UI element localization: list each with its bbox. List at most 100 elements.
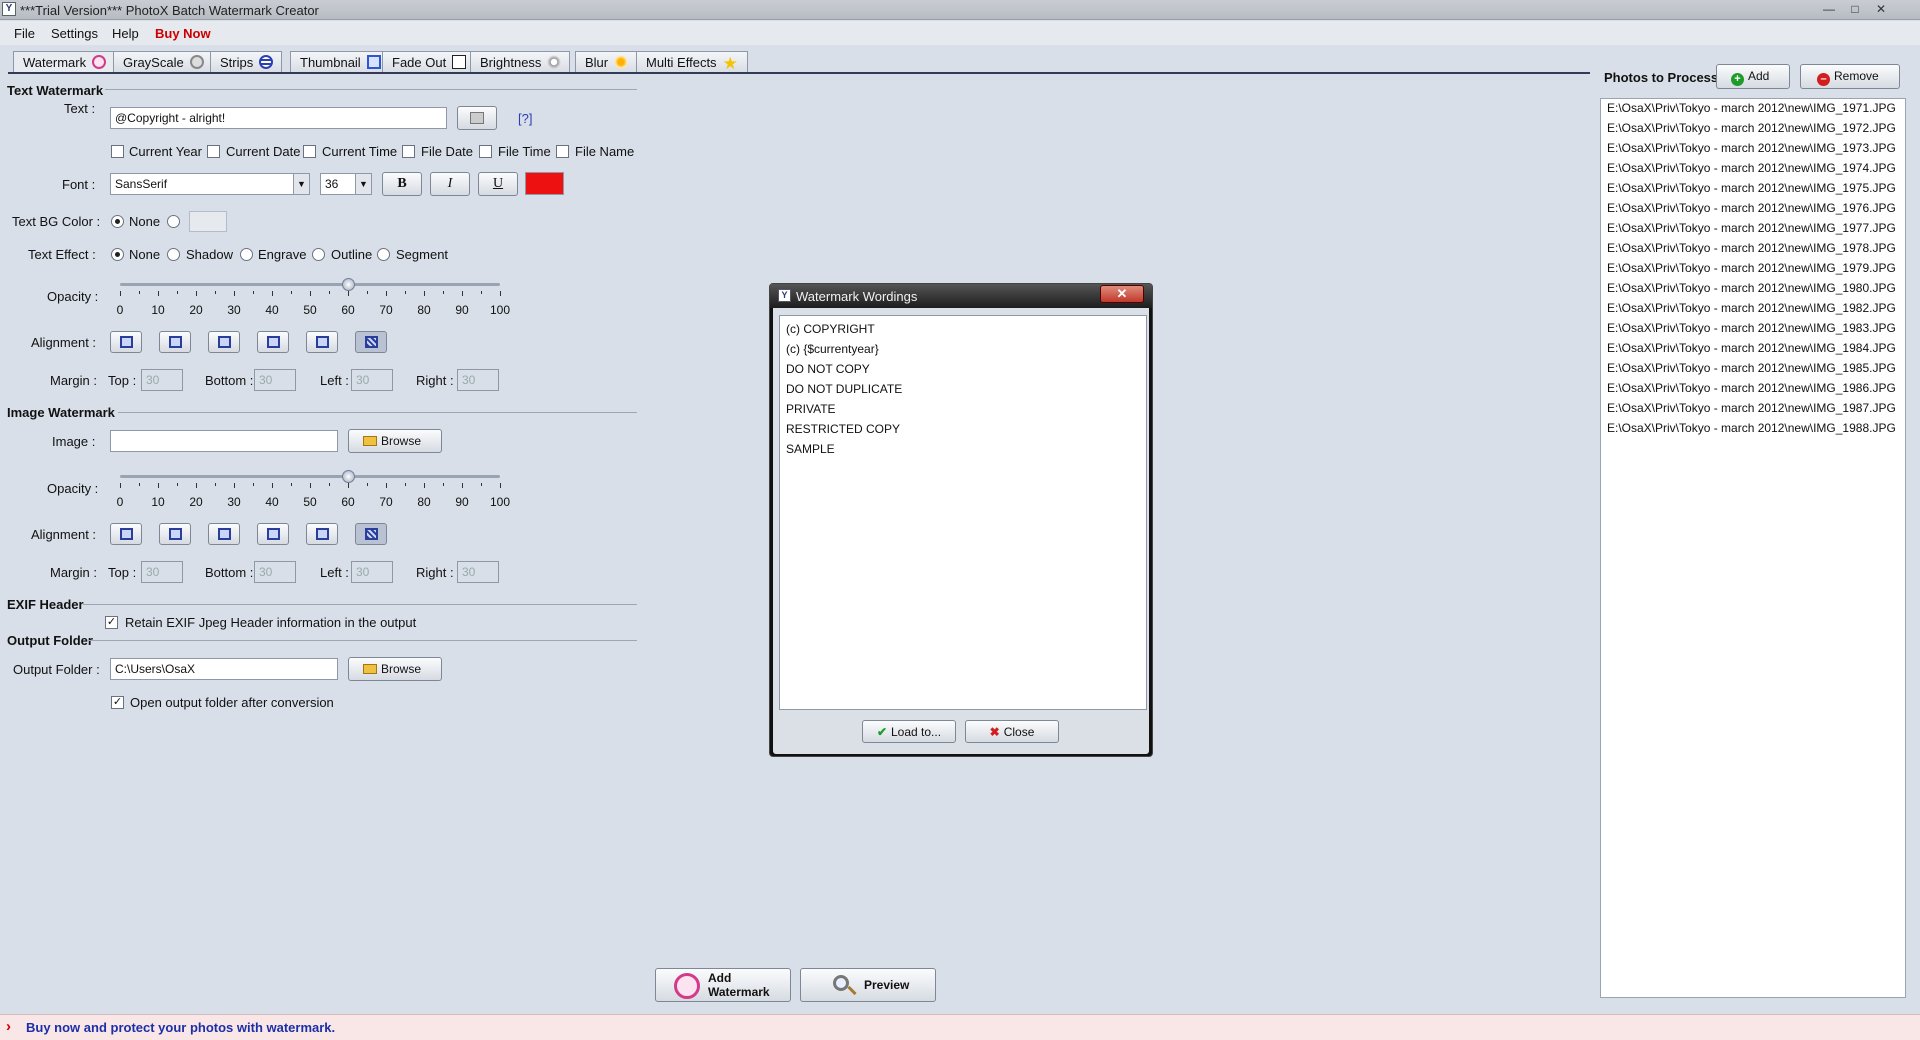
- font-size-select[interactable]: 36 ▼: [320, 173, 372, 195]
- menu-file[interactable]: File: [14, 26, 35, 41]
- margin-left-input[interactable]: 30: [351, 369, 393, 391]
- remove-photos-button[interactable]: – Remove: [1800, 64, 1900, 89]
- bold-button[interactable]: B: [382, 172, 422, 196]
- add-photos-button[interactable]: + Add: [1716, 64, 1790, 89]
- slider-thumb[interactable]: [342, 278, 355, 291]
- bg-color-radio[interactable]: [167, 215, 180, 228]
- list-item[interactable]: (c) {$currentyear}: [786, 342, 879, 356]
- tab-blur[interactable]: Blur: [575, 51, 638, 73]
- current-year-checkbox[interactable]: [111, 145, 124, 158]
- image-align-top-right-button[interactable]: [159, 523, 191, 545]
- image-align-bottom-left-button[interactable]: [208, 523, 240, 545]
- list-item[interactable]: E:\OsaX\Priv\Tokyo - march 2012\new\IMG_…: [1607, 361, 1896, 375]
- list-item[interactable]: RESTRICTED COPY: [786, 422, 900, 436]
- menu-help[interactable]: Help: [112, 26, 139, 41]
- list-item[interactable]: E:\OsaX\Priv\Tokyo - march 2012\new\IMG_…: [1607, 261, 1896, 275]
- margin-bottom-input[interactable]: 30: [254, 369, 296, 391]
- list-item[interactable]: SAMPLE: [786, 442, 835, 456]
- current-time-checkbox[interactable]: [303, 145, 316, 158]
- image-opacity-slider[interactable]: 0 10 20 30 40 50 60 70 80 90 100: [110, 470, 520, 516]
- bg-color-swatch[interactable]: [189, 211, 227, 232]
- image-align-center-button[interactable]: [306, 523, 338, 545]
- file-name-checkbox[interactable]: [556, 145, 569, 158]
- list-item[interactable]: E:\OsaX\Priv\Tokyo - march 2012\new\IMG_…: [1607, 381, 1896, 395]
- tab-watermark[interactable]: Watermark: [13, 51, 116, 74]
- list-item[interactable]: E:\OsaX\Priv\Tokyo - march 2012\new\IMG_…: [1607, 401, 1896, 415]
- tab-thumbnail[interactable]: Thumbnail: [290, 51, 390, 73]
- slider-track[interactable]: [120, 283, 500, 286]
- list-item[interactable]: E:\OsaX\Priv\Tokyo - march 2012\new\IMG_…: [1607, 141, 1896, 155]
- image-align-tile-button[interactable]: [355, 523, 387, 545]
- close-window-button[interactable]: ✕: [1870, 2, 1892, 17]
- list-item[interactable]: E:\OsaX\Priv\Tokyo - march 2012\new\IMG_…: [1607, 341, 1896, 355]
- image-browse-button[interactable]: Browse: [348, 429, 442, 453]
- align-tile-button[interactable]: [355, 331, 387, 353]
- list-item[interactable]: E:\OsaX\Priv\Tokyo - march 2012\new\IMG_…: [1607, 221, 1896, 235]
- list-item[interactable]: E:\OsaX\Priv\Tokyo - march 2012\new\IMG_…: [1607, 301, 1896, 315]
- align-bottom-left-button[interactable]: [208, 331, 240, 353]
- dialog-close-button[interactable]: ✖ Close: [965, 720, 1059, 743]
- output-folder-input[interactable]: C:\Users\OsaX: [110, 658, 338, 680]
- add-watermark-button[interactable]: Add Watermark: [655, 968, 791, 1002]
- text-opacity-slider[interactable]: 0 10 20 30 40 50 60 70 80 90 100: [110, 278, 520, 324]
- image-margin-top-input[interactable]: 30: [141, 561, 183, 583]
- current-date-checkbox[interactable]: [207, 145, 220, 158]
- image-margin-left-input[interactable]: 30: [351, 561, 393, 583]
- underline-button[interactable]: U: [478, 172, 518, 196]
- effect-engrave-radio[interactable]: [240, 248, 253, 261]
- photos-list[interactable]: E:\OsaX\Priv\Tokyo - march 2012\new\IMG_…: [1600, 98, 1906, 998]
- image-margin-right-input[interactable]: 30: [457, 561, 499, 583]
- file-time-checkbox[interactable]: [479, 145, 492, 158]
- preview-button[interactable]: Preview: [800, 968, 936, 1002]
- list-item[interactable]: PRIVATE: [786, 402, 836, 416]
- list-item[interactable]: DO NOT DUPLICATE: [786, 382, 902, 396]
- italic-button[interactable]: I: [430, 172, 470, 196]
- list-item[interactable]: E:\OsaX\Priv\Tokyo - march 2012\new\IMG_…: [1607, 181, 1896, 195]
- list-item[interactable]: E:\OsaX\Priv\Tokyo - march 2012\new\IMG_…: [1607, 161, 1896, 175]
- slider-thumb[interactable]: [342, 470, 355, 483]
- margin-top-input[interactable]: 30: [141, 369, 183, 391]
- list-item[interactable]: E:\OsaX\Priv\Tokyo - march 2012\new\IMG_…: [1607, 321, 1896, 335]
- text-color-swatch[interactable]: [525, 172, 564, 195]
- output-browse-button[interactable]: Browse: [348, 657, 442, 681]
- effect-segment-radio[interactable]: [377, 248, 390, 261]
- list-item[interactable]: DO NOT COPY: [786, 362, 870, 376]
- tab-fade-out[interactable]: Fade Out: [382, 51, 476, 73]
- menu-settings[interactable]: Settings: [51, 26, 98, 41]
- tab-brightness[interactable]: Brightness: [470, 51, 571, 73]
- effect-outline-radio[interactable]: [312, 248, 325, 261]
- slider-track[interactable]: [120, 475, 500, 478]
- tab-grayscale[interactable]: GrayScale: [113, 51, 213, 73]
- list-item[interactable]: E:\OsaX\Priv\Tokyo - march 2012\new\IMG_…: [1607, 201, 1896, 215]
- font-select[interactable]: SansSerif ▼: [110, 173, 310, 195]
- minimize-button[interactable]: —: [1818, 2, 1840, 17]
- align-top-left-button[interactable]: [110, 331, 142, 353]
- wordings-list[interactable]: (c) COPYRIGHT (c) {$currentyear} DO NOT …: [779, 315, 1147, 710]
- bg-none-radio[interactable]: [111, 215, 124, 228]
- maximize-button[interactable]: □: [1844, 2, 1866, 17]
- list-item[interactable]: E:\OsaX\Priv\Tokyo - march 2012\new\IMG_…: [1607, 121, 1896, 135]
- open-output-checkbox[interactable]: ✓: [111, 696, 124, 709]
- retain-exif-checkbox[interactable]: ✓: [105, 616, 118, 629]
- dialog-close-icon[interactable]: ✕: [1100, 285, 1144, 303]
- tab-strips[interactable]: Strips: [210, 51, 283, 73]
- image-align-bottom-right-button[interactable]: [257, 523, 289, 545]
- list-item[interactable]: E:\OsaX\Priv\Tokyo - march 2012\new\IMG_…: [1607, 421, 1896, 435]
- align-bottom-right-button[interactable]: [257, 331, 289, 353]
- file-date-checkbox[interactable]: [402, 145, 415, 158]
- load-to-button[interactable]: ✔ Load to...: [862, 720, 956, 743]
- menu-buy-now[interactable]: Buy Now: [155, 26, 211, 41]
- align-center-button[interactable]: [306, 331, 338, 353]
- image-path-input[interactable]: [110, 430, 338, 452]
- tab-multi-effects[interactable]: Multi Effects ★: [636, 51, 748, 73]
- list-item[interactable]: (c) COPYRIGHT: [786, 322, 875, 336]
- wordings-button[interactable]: [457, 106, 497, 130]
- list-item[interactable]: E:\OsaX\Priv\Tokyo - march 2012\new\IMG_…: [1607, 101, 1896, 115]
- image-margin-bottom-input[interactable]: 30: [254, 561, 296, 583]
- effect-none-radio[interactable]: [111, 248, 124, 261]
- effect-shadow-radio[interactable]: [167, 248, 180, 261]
- margin-right-input[interactable]: 30: [457, 369, 499, 391]
- align-top-right-button[interactable]: [159, 331, 191, 353]
- list-item[interactable]: E:\OsaX\Priv\Tokyo - march 2012\new\IMG_…: [1607, 241, 1896, 255]
- status-text[interactable]: Buy now and protect your photos with wat…: [26, 1020, 335, 1035]
